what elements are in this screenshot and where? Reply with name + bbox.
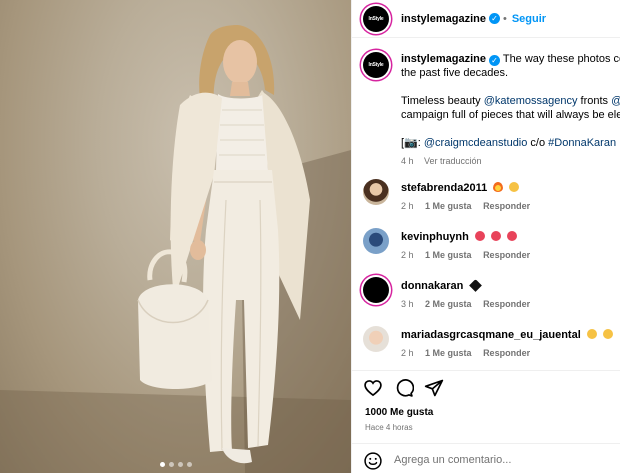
carousel-dot[interactable] bbox=[168, 462, 174, 467]
header-username[interactable]: instylemagazine bbox=[401, 13, 486, 25]
post-timestamp: Hace 4 horas bbox=[365, 423, 413, 432]
fire-emoji-icon bbox=[493, 182, 504, 192]
caption-text: fronts bbox=[577, 95, 612, 107]
caption-text: campaign full of pieces that will always… bbox=[401, 109, 620, 121]
comment-likes-button[interactable]: 2 Me gusta bbox=[425, 299, 472, 309]
comment-item: donnakaran 3 h 2 Me gusta Responder bbox=[363, 277, 620, 317]
avatar[interactable]: InStyle bbox=[363, 5, 389, 32]
comment-likes-button[interactable]: 1 Me gusta bbox=[425, 348, 472, 358]
carousel-dot[interactable] bbox=[186, 462, 192, 467]
comment-time: 3 h bbox=[401, 299, 414, 309]
comment-time: 2 h bbox=[401, 250, 414, 260]
mention-link[interactable]: @don bbox=[611, 95, 620, 107]
post-header: InStyle instylemagazine ✓ • Seguir bbox=[352, 0, 620, 38]
carousel-dots[interactable] bbox=[0, 462, 351, 467]
post-sidebar: InStyle instylemagazine ✓ • Seguir InSty… bbox=[351, 0, 620, 473]
comment-username[interactable]: stefabrenda2011 bbox=[401, 182, 487, 194]
comment-username[interactable]: kevinphuynh bbox=[401, 231, 469, 243]
comment-item: kevinphuynh 2 h 1 Me gusta Responder bbox=[363, 228, 620, 268]
carousel-dot[interactable] bbox=[177, 462, 183, 467]
post-image-illustration bbox=[0, 25, 351, 473]
caption-line: the past five decades. bbox=[401, 67, 509, 79]
likes-count[interactable]: 1000 Me gusta bbox=[365, 407, 433, 418]
avatar[interactable] bbox=[363, 179, 389, 205]
black-heart-emoji-icon bbox=[469, 279, 483, 292]
comment-likes-button[interactable]: 1 Me gusta bbox=[425, 201, 472, 211]
mention-link[interactable]: @craigmcdeanstudio bbox=[424, 137, 528, 149]
reply-button[interactable]: Responder bbox=[483, 299, 530, 309]
caption-text: [📷: bbox=[401, 137, 424, 149]
share-paper-plane-icon[interactable] bbox=[424, 378, 444, 398]
separator-dot: • bbox=[502, 12, 507, 25]
caption-text: c/o bbox=[527, 137, 549, 149]
follow-button[interactable]: Seguir bbox=[512, 13, 546, 25]
avatar[interactable] bbox=[363, 228, 389, 254]
translate-button[interactable]: Ver traducción bbox=[424, 156, 482, 166]
caption-text: Timeless beauty bbox=[401, 95, 484, 107]
comment-time: 2 h bbox=[401, 348, 414, 358]
add-comment-input[interactable] bbox=[394, 453, 594, 467]
heart-eyes-emoji-icon bbox=[474, 231, 485, 241]
comment-username[interactable]: donnakaran bbox=[401, 280, 463, 292]
emoji-picker-icon[interactable] bbox=[363, 451, 383, 471]
heart-eyes-emoji-icon bbox=[507, 231, 518, 241]
comment-likes-button[interactable]: 1 Me gusta bbox=[425, 250, 472, 260]
caption-time: 4 h bbox=[401, 156, 414, 166]
avatar[interactable]: InStyle bbox=[363, 52, 389, 78]
comment-time: 2 h bbox=[401, 201, 414, 211]
verified-badge-icon: ✓ bbox=[488, 55, 500, 66]
verified-badge-icon: ✓ bbox=[488, 13, 500, 24]
mention-link[interactable]: @katemossagency bbox=[484, 95, 578, 107]
comments-list[interactable]: InStyle instylemagazine ✓ The way these p… bbox=[352, 38, 620, 370]
clap-emoji-icon bbox=[586, 329, 597, 339]
comment-item: stefabrenda2011 2 h 1 Me gusta Responder bbox=[363, 179, 620, 219]
like-heart-icon[interactable] bbox=[363, 378, 383, 398]
reply-button[interactable]: Responder bbox=[483, 250, 530, 260]
hashtag-link[interactable]: #DonnaKaran bbox=[548, 137, 616, 149]
clap-emoji-icon bbox=[509, 182, 520, 192]
avatar[interactable] bbox=[363, 326, 389, 352]
post-image[interactable] bbox=[0, 0, 351, 473]
clap-emoji-icon bbox=[602, 329, 613, 339]
comment-item: mariadasgrcasqmane_eu_jauental 2 h 1 Me … bbox=[363, 326, 620, 366]
comment-composer bbox=[352, 443, 620, 473]
caption-username[interactable]: instylemagazine bbox=[401, 53, 486, 65]
caption-line: The way these photos could bbox=[502, 53, 620, 65]
comment-username[interactable]: mariadasgrcasqmane_eu_jauental bbox=[401, 329, 581, 341]
reply-button[interactable]: Responder bbox=[483, 348, 530, 358]
heart-eyes-emoji-icon bbox=[490, 231, 501, 241]
avatar[interactable] bbox=[363, 277, 389, 303]
carousel-dot[interactable] bbox=[159, 462, 165, 467]
comment-bubble-icon[interactable] bbox=[394, 378, 414, 398]
post-actions bbox=[352, 370, 620, 403]
reply-button[interactable]: Responder bbox=[483, 201, 530, 211]
